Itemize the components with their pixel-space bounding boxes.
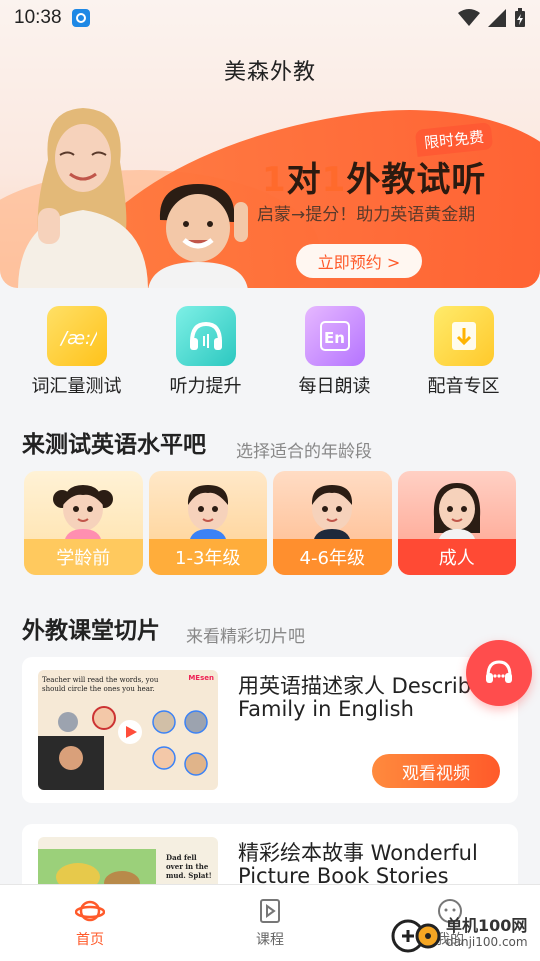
headphones-icon [175, 306, 236, 366]
promo-banner[interactable]: 限时免费 1对1外教试听 启蒙→提分！助力英语黄金期 立即预约 > [0, 0, 540, 288]
child-photo [148, 184, 248, 288]
shortcut-vocabulary-test[interactable]: /æ:/ 词汇量测试 [22, 306, 132, 398]
level-preschool[interactable]: 学龄前 [24, 471, 143, 575]
watermark-url: danji100.com [446, 935, 528, 949]
age-level-selector: 学龄前 1-3年级 4-6年级 成人 [24, 471, 516, 575]
level-grade-4-6[interactable]: 4-6年级 [273, 471, 392, 575]
boy-avatar-icon [312, 485, 353, 543]
book-now-button[interactable]: 立即预约 > [296, 244, 422, 278]
app-title: 美森外教 [223, 60, 316, 85]
status-icons [458, 8, 526, 28]
level-label: 学龄前 [24, 539, 143, 575]
customer-service-button[interactable] [466, 640, 532, 706]
headset-icon [486, 660, 512, 683]
level-label: 1-3年级 [148, 539, 267, 575]
level-test-title: 来测试英语水平吧 [22, 432, 206, 458]
shortcut-label: 听力提升 [169, 376, 242, 397]
clock: 10:38 [14, 7, 62, 28]
site-watermark: 单机100网 danji100.com [390, 914, 528, 954]
watch-video-button[interactable]: 观看视频 [372, 754, 500, 788]
svg-text:/æ:/: /æ:/ [59, 328, 97, 349]
banner-subtitle: 启蒙→提分！助力英语黄金期 [257, 205, 476, 225]
boy-avatar-icon [187, 485, 228, 543]
watermark-logo-icon [391, 919, 440, 953]
tab-courses[interactable]: 课程 [180, 885, 360, 961]
watermark-text: 单机100网 danji100.com [446, 917, 528, 951]
shortcut-daily-reading[interactable]: En 每日朗读 [280, 306, 390, 398]
tab-home[interactable]: 首页 [0, 885, 180, 961]
clips-subtitle: 来看精彩切片吧 [186, 627, 305, 647]
worksheet-illustration [38, 706, 208, 790]
shortcut-label: 配音专区 [427, 376, 500, 397]
wifi-icon [458, 9, 480, 26]
status-bar: 10:38 [0, 0, 540, 36]
clip-card[interactable]: Teacher will read the words, you should … [22, 657, 518, 803]
teacher-photo [18, 108, 148, 288]
clip-thumbnail[interactable]: Teacher will read the words, you should … [38, 670, 218, 790]
thumb-caption: Dad fell over in the mud. Splat! [166, 853, 212, 880]
vocabulary-icon: /æ:/ [46, 306, 107, 366]
level-adult[interactable]: 成人 [397, 471, 516, 575]
level-label: 4-6年级 [273, 539, 392, 575]
level-grade-1-3[interactable]: 1-3年级 [148, 471, 267, 575]
clips-title: 外教课堂切片 [22, 618, 160, 644]
en-reading-icon: En [304, 306, 365, 366]
course-play-icon [260, 899, 280, 923]
shortcut-listening[interactable]: 听力提升 [151, 306, 261, 398]
notification-app-icon [71, 9, 90, 27]
planet-icon [75, 900, 105, 922]
dubbing-icon [433, 306, 494, 366]
watermark-title: 单机100网 [446, 916, 528, 935]
signal-icon [488, 9, 506, 27]
woman-avatar-icon [433, 483, 480, 543]
feature-shortcuts: /æ:/ 词汇量测试 听力提升 En 每日朗读 配音专区 [0, 306, 540, 398]
battery-icon [515, 8, 525, 27]
banner-headline: 1对1外教试听 [262, 160, 487, 200]
level-label: 成人 [397, 539, 516, 575]
girl-avatar-icon [53, 485, 114, 543]
svg-text:En: En [324, 329, 345, 347]
level-test-subtitle: 选择适合的年龄段 [236, 442, 372, 462]
clip-title[interactable]: 精彩绘本故事 Wonderful Picture Book Stories [238, 842, 508, 888]
tab-label: 课程 [256, 932, 284, 948]
shortcut-label: 词汇量测试 [31, 376, 122, 397]
shortcut-dubbing[interactable]: 配音专区 [409, 306, 519, 398]
tab-label: 首页 [76, 932, 104, 948]
shortcut-label: 每日朗读 [298, 376, 371, 397]
